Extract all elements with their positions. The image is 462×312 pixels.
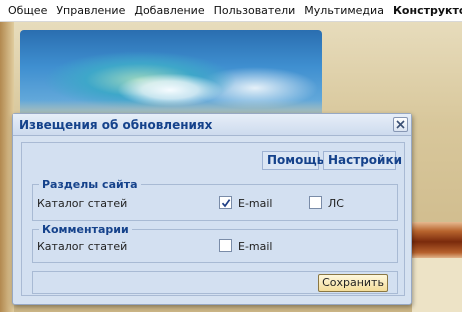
menu-item-management[interactable]: Управление [56, 4, 125, 17]
close-button[interactable] [393, 117, 408, 132]
checkmark-icon [221, 199, 231, 208]
dialog-body: Помощь Настройки Разделы сайта Каталог с… [21, 142, 405, 296]
update-notifications-dialog: Извещения об обновлениях Помощь Настройк… [12, 113, 412, 305]
menu-item-general[interactable]: Общее [8, 4, 47, 17]
sections-email-checkbox[interactable] [219, 196, 232, 209]
save-button[interactable]: Сохранить [318, 274, 388, 292]
menu-item-add[interactable]: Добавление [134, 4, 204, 17]
comments-group: Комментарии Каталог статей E-mail [32, 223, 398, 263]
comments-legend: Комментарии [39, 223, 132, 236]
decorative-wood-bar [412, 222, 462, 258]
page-content-strip [412, 258, 462, 312]
menu-item-users[interactable]: Пользователи [214, 4, 296, 17]
comments-email-label: E-mail [238, 240, 273, 253]
close-icon [396, 120, 405, 129]
site-sections-legend: Разделы сайта [39, 178, 141, 191]
dialog-footer: Сохранить [32, 271, 398, 294]
menu-item-constructor[interactable]: Конструктор [393, 4, 462, 17]
comments-email-checkbox[interactable] [219, 239, 232, 252]
top-menu-bar: Общее Управление Добавление Пользователи… [0, 0, 462, 22]
sections-pm-label: ЛС [328, 197, 344, 210]
comments-catalog-label: Каталог статей [37, 240, 128, 253]
dialog-header: Извещения об обновлениях [13, 114, 411, 136]
menu-item-multimedia[interactable]: Мультимедиа [304, 4, 384, 17]
settings-button[interactable]: Настройки [323, 151, 402, 170]
sections-email-label: E-mail [238, 197, 273, 210]
help-button[interactable]: Помощь [262, 151, 324, 170]
site-sections-group: Разделы сайта Каталог статей E-mail ЛС [32, 178, 398, 221]
dialog-title: Извещения об обновлениях [19, 118, 213, 132]
sections-pm-checkbox[interactable] [309, 196, 322, 209]
sections-catalog-label: Каталог статей [37, 197, 128, 210]
